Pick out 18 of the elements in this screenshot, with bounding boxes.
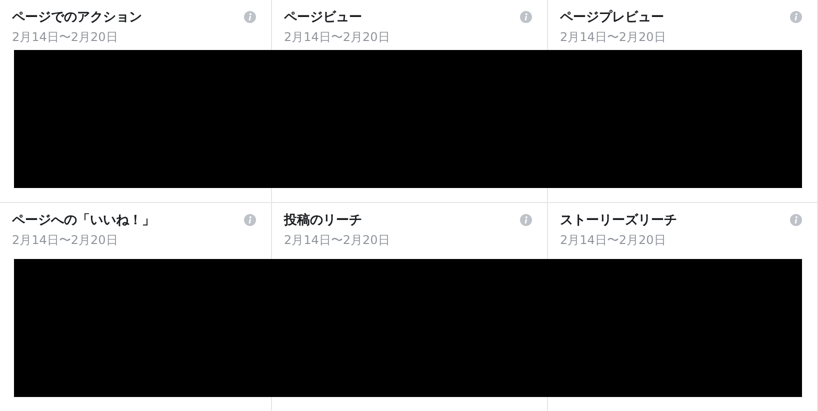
info-icon[interactable] (790, 11, 802, 23)
card-title: ストーリーズリーチ (560, 212, 677, 229)
date-range: 2月14日〜2月20日 (284, 232, 391, 249)
card-title: ページでのアクション (12, 9, 142, 26)
date-range: 2月14日〜2月20日 (560, 232, 667, 249)
info-icon[interactable] (520, 214, 532, 226)
date-range: 2月14日〜2月20日 (12, 29, 119, 46)
info-icon[interactable] (244, 214, 256, 226)
card-title: ページへの「いいね！」 (12, 212, 155, 229)
card-title: ページプレビュー (560, 8, 664, 26)
card-title: 投稿のリーチ (284, 212, 362, 229)
date-range: 2月14日〜2月20日 (12, 232, 119, 249)
date-range: 2月14日〜2月20日 (560, 29, 667, 46)
info-icon[interactable] (790, 214, 802, 226)
info-icon[interactable] (244, 11, 256, 23)
date-range: 2月14日〜2月20日 (284, 29, 391, 46)
card-title: ページビュー (284, 9, 362, 26)
info-icon[interactable] (520, 11, 532, 23)
